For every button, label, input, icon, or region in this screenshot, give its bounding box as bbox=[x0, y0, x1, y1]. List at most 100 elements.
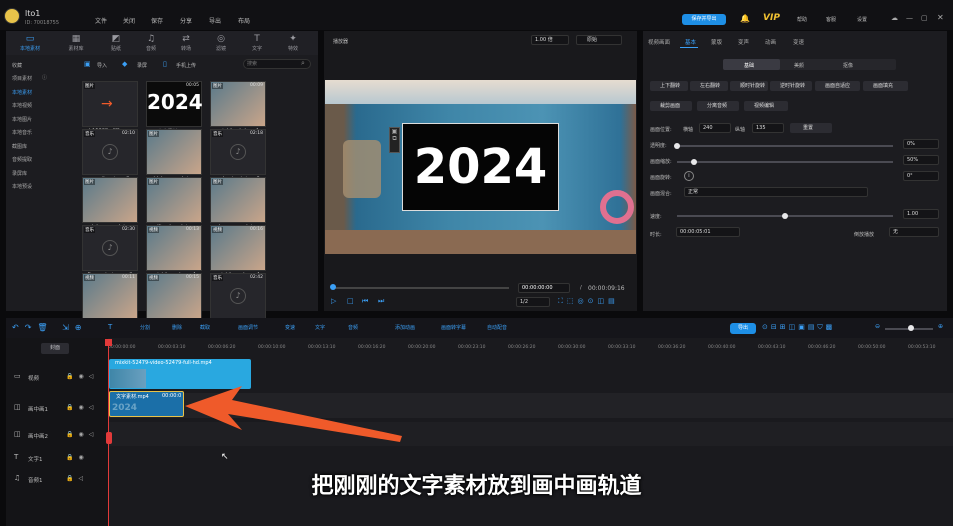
copy-icon[interactable]: ▣ bbox=[390, 128, 399, 135]
media-thumb[interactable]: 图片 00:09 bbox=[210, 81, 266, 127]
tool-transition[interactable]: ⇄ 转场 bbox=[173, 34, 199, 52]
media-thumb[interactable]: 视频 00:15 bbox=[146, 273, 202, 319]
cover-button[interactable]: 封面 bbox=[41, 343, 69, 354]
marker[interactable] bbox=[106, 432, 112, 444]
timeline-tool[interactable]: 添加动画 bbox=[395, 324, 415, 331]
timeline-tool[interactable]: 音频 bbox=[348, 324, 358, 331]
media-thumb[interactable]: 视频 00:11 bbox=[82, 273, 138, 319]
flip-horizontal-button[interactable]: 左右翻转 bbox=[690, 81, 728, 91]
timeline-export-button[interactable]: 导出 bbox=[730, 323, 756, 334]
duration-input[interactable]: 00:00:05:01 bbox=[676, 227, 740, 237]
tab-video-frame[interactable]: 视频画面 bbox=[648, 38, 670, 46]
track-controls[interactable]: 🔒◉ bbox=[66, 454, 89, 461]
record-button[interactable]: 录屏 bbox=[137, 62, 147, 69]
time-ruler[interactable]: 00:00:00:00 00:00:03:10 00:00:06:20 00:00:1… bbox=[108, 338, 953, 358]
media-thumb[interactable]: 视频 00:16 bbox=[210, 225, 266, 271]
tab-voice[interactable]: 变声 bbox=[738, 38, 749, 46]
timeline-tool[interactable]: 分割 bbox=[140, 324, 150, 331]
current-time[interactable]: 00:00:00:00 bbox=[518, 283, 570, 293]
timeline-tool[interactable]: 变速 bbox=[285, 324, 295, 331]
overlay-text-box[interactable]: 2024 bbox=[402, 123, 559, 211]
media-thumb[interactable]: ♪ 音乐 02:42 bbox=[210, 273, 266, 319]
opacity-input[interactable]: 0% bbox=[903, 139, 939, 149]
sidebar-item-local[interactable]: 本地素材 bbox=[12, 89, 32, 96]
help-circle-icon[interactable]: ⓘ bbox=[42, 74, 47, 81]
prev-frame-icon[interactable]: ⏮ bbox=[362, 297, 368, 306]
y-input[interactable]: 135 bbox=[752, 123, 784, 133]
media-thumb[interactable]: 视频 00:13 bbox=[146, 225, 202, 271]
import-button[interactable]: 导入 bbox=[97, 62, 107, 69]
sidebar-item-video[interactable]: 本地视频 bbox=[12, 102, 32, 109]
overlay-tools[interactable]: ▣ ⧉ bbox=[389, 127, 400, 153]
sidebar-item-project[interactable]: 项目素材 bbox=[12, 75, 32, 82]
sidebar-item-music[interactable]: 本地音乐 bbox=[12, 129, 32, 136]
subtab-beauty[interactable]: 美颜 bbox=[794, 62, 804, 69]
tab-animation[interactable]: 动画 bbox=[765, 38, 776, 46]
tool-filter[interactable]: ◎ 滤镜 bbox=[208, 34, 234, 52]
timeline-tool[interactable]: 截取 bbox=[200, 324, 210, 331]
separate-audio-button[interactable]: 分离音频 bbox=[697, 101, 739, 111]
subtab-keying[interactable]: 抠像 bbox=[843, 62, 853, 69]
opacity-handle[interactable] bbox=[674, 143, 680, 149]
track-controls[interactable]: 🔒◉◁ bbox=[66, 404, 98, 411]
bell-icon[interactable]: 🔔 bbox=[740, 14, 750, 23]
scale-input[interactable]: 50% bbox=[903, 155, 939, 165]
sidebar-item-screenshot[interactable]: 截图库 bbox=[12, 143, 27, 150]
progress-bar[interactable] bbox=[333, 287, 509, 289]
rotate-ccw-button[interactable]: 逆时针旋转 bbox=[770, 81, 812, 91]
media-thumb[interactable]: → 图片 bbox=[82, 81, 138, 127]
next-frame-icon[interactable]: ⏭ bbox=[378, 297, 384, 306]
fill-frame-button[interactable]: 画面填充 bbox=[863, 81, 908, 91]
tool-library[interactable]: ▦ 素材库 bbox=[63, 34, 89, 52]
rotate-input[interactable]: 0° bbox=[903, 171, 939, 181]
timeline-tool[interactable]: 文字 bbox=[315, 324, 325, 331]
timeline-right-icons[interactable]: ⊙⊟⊞◫▣▤⛉▩ bbox=[762, 323, 835, 332]
reverse-select[interactable]: 无 bbox=[889, 227, 939, 237]
sidebar-item-recordings[interactable]: 录屏库 bbox=[12, 170, 27, 177]
progress-handle[interactable] bbox=[330, 284, 336, 290]
menu-save[interactable]: 保存 bbox=[151, 16, 163, 25]
sidebar-item-extract[interactable]: 音频提取 bbox=[12, 156, 32, 163]
tool-sticker[interactable]: ◩ 贴纸 bbox=[103, 34, 129, 52]
save-export-button[interactable]: 保存并导出 bbox=[682, 14, 726, 25]
menu-export[interactable]: 导出 bbox=[209, 16, 221, 25]
undo-redo-icons[interactable]: ↶↷🗑 ⇲⊕ bbox=[12, 323, 88, 332]
menu-close[interactable]: 关闭 bbox=[123, 16, 135, 25]
service-link[interactable]: 客服 bbox=[826, 16, 836, 23]
close-icon[interactable]: ✕ bbox=[937, 13, 944, 22]
scale-handle[interactable] bbox=[691, 159, 697, 165]
menu-share[interactable]: 分享 bbox=[180, 16, 192, 25]
phone-upload-button[interactable]: 手机上传 bbox=[176, 62, 196, 69]
track-controls[interactable]: 🔒◉◁ bbox=[66, 431, 98, 438]
search-icon[interactable]: ⌕ bbox=[301, 59, 305, 68]
media-thumb[interactable]: 图片 bbox=[210, 177, 266, 223]
timeline-tool[interactable]: 画面调节 bbox=[238, 324, 258, 331]
help-link[interactable]: 帮助 bbox=[797, 16, 807, 23]
settings-link[interactable]: 设置 bbox=[857, 16, 867, 23]
tab-mask[interactable]: 蒙版 bbox=[711, 38, 722, 46]
x-input[interactable]: 240 bbox=[699, 123, 731, 133]
text-tool-icon[interactable]: T bbox=[108, 323, 112, 331]
reset-button[interactable]: 重置 bbox=[790, 123, 832, 133]
tool-text[interactable]: T 文字 bbox=[244, 34, 270, 52]
sidebar-item-favorites[interactable]: 收藏 bbox=[12, 62, 22, 69]
zoom-handle[interactable] bbox=[908, 325, 914, 331]
menu-layout[interactable]: 布局 bbox=[238, 16, 250, 25]
opacity-slider[interactable] bbox=[677, 145, 893, 147]
preview-tools-icons[interactable]: ⛶⬚◎⊙◫▤ bbox=[558, 297, 619, 306]
stop-icon[interactable]: □ bbox=[347, 297, 354, 305]
blend-select[interactable]: 正常 bbox=[684, 187, 868, 197]
media-thumb[interactable]: 图片 bbox=[146, 177, 202, 223]
vip-badge[interactable]: VIP bbox=[763, 13, 780, 23]
ratio-select[interactable]: 原始 bbox=[576, 35, 622, 45]
zoom-in-icon[interactable]: ⊕ bbox=[938, 323, 943, 330]
media-thumb[interactable]: ♪ 音乐 02:10 bbox=[82, 129, 138, 175]
play-icon[interactable]: ▷ bbox=[331, 297, 336, 305]
crop-button[interactable]: 裁剪画面 bbox=[650, 101, 692, 111]
record-icon[interactable]: ◆ bbox=[122, 60, 127, 68]
crop-icon[interactable]: ⧉ bbox=[390, 135, 399, 143]
menu-file[interactable]: 文件 bbox=[95, 16, 107, 25]
import-icon[interactable]: ▣ bbox=[84, 60, 91, 68]
zoom-out-icon[interactable]: ⊖ bbox=[875, 323, 880, 330]
timeline-tool[interactable]: 删除 bbox=[172, 324, 182, 331]
